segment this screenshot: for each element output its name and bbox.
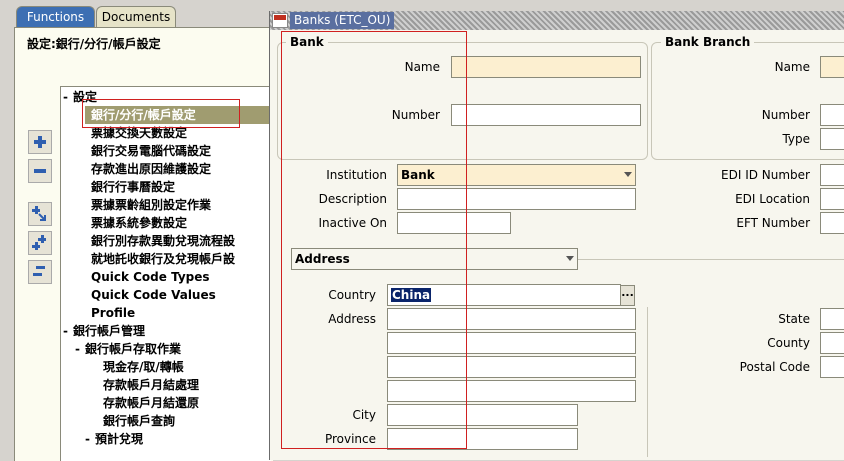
tree-node-bank-calendar[interactable]: 銀行行事曆設定 bbox=[91, 178, 175, 196]
tree-node-profile[interactable]: Profile bbox=[91, 304, 135, 322]
branch-type-label: Type bbox=[782, 132, 810, 146]
tree-node-deposit-reasons[interactable]: 存款進出原因維護設定 bbox=[91, 160, 211, 178]
county-field[interactable] bbox=[820, 332, 844, 354]
bank-name-field[interactable] bbox=[451, 56, 641, 78]
tree-node-bank-transaction-codes[interactable]: 銀行交易電腦代碼設定 bbox=[91, 142, 211, 160]
tree-node-quick-code-values[interactable]: Quick Code Values bbox=[91, 286, 216, 304]
expand-all-button[interactable] bbox=[28, 231, 52, 255]
remove-button[interactable] bbox=[28, 159, 52, 183]
column-divider bbox=[647, 307, 648, 457]
add-button[interactable] bbox=[28, 130, 52, 154]
branch-number-label: Number bbox=[761, 108, 810, 122]
tree-node-label: 預計兌現 bbox=[95, 432, 144, 446]
tree-node-label: Quick Code Values bbox=[91, 288, 216, 302]
tree-node-bank-account-mgmt[interactable]: - 銀行帳戶管理 bbox=[63, 322, 145, 340]
list-of-values-button[interactable]: ... bbox=[620, 285, 635, 306]
edi-id-field[interactable] bbox=[820, 164, 844, 186]
county-label: County bbox=[767, 336, 810, 350]
tree-node-label: 現金存/取/轉帳 bbox=[103, 360, 184, 374]
tree-node-monthly-close-restore[interactable]: 存款帳戶月結還原 bbox=[103, 394, 199, 412]
tree-node-monthly-close[interactable]: 存款帳戶月結處理 bbox=[103, 376, 199, 394]
tree-node-label: 存款帳戶月結處理 bbox=[103, 378, 200, 392]
tree-node-note-system-params[interactable]: 票據系統參數設定 bbox=[91, 214, 187, 232]
expand-all-icon bbox=[32, 235, 46, 250]
tree-node-local-collection[interactable]: 就地託收銀行及兌現帳戶設 bbox=[91, 250, 235, 268]
eft-number-label: EFT Number bbox=[736, 216, 810, 230]
bank-branch-group-title: Bank Branch bbox=[661, 35, 755, 49]
branch-type-field[interactable] bbox=[820, 128, 844, 150]
section-divider bbox=[576, 259, 844, 260]
navigator-title: 設定:銀行/分行/帳戶設定 bbox=[27, 37, 161, 51]
edi-id-label: EDI ID Number bbox=[721, 168, 810, 182]
window-title: Banks (ETC_OU) bbox=[290, 12, 395, 29]
tree-node-label: Quick Code Types bbox=[91, 270, 210, 284]
tree-node-label: 存款帳戶月結還原 bbox=[103, 396, 200, 410]
navigator-panel: Functions Documents 設定:銀行/分行/帳戶設定 - 設定 銀行… bbox=[0, 0, 273, 461]
highlight-box bbox=[281, 31, 467, 449]
collapse-toggle[interactable]: - bbox=[75, 340, 85, 358]
tree-node-quick-code-types[interactable]: Quick Code Types bbox=[91, 268, 210, 286]
collapse-all-button[interactable] bbox=[28, 260, 52, 284]
oracle-app-icon bbox=[272, 13, 288, 28]
tree-node-bank-account-access[interactable]: - 銀行帳戶存取作業 bbox=[75, 340, 181, 358]
collapse-toggle[interactable]: - bbox=[63, 88, 73, 106]
expand-branch-button[interactable] bbox=[28, 202, 52, 226]
function-tree: - 設定 銀行/分行/帳戶設定 票據交換天數設定 銀行交易電腦代碼設定 存款進出原… bbox=[60, 86, 271, 461]
tree-node-label: 存款進出原因維護設定 bbox=[91, 162, 212, 176]
tree-node-label: Profile bbox=[91, 306, 136, 320]
tab-documents[interactable]: Documents bbox=[96, 6, 176, 27]
tab-functions[interactable]: Functions bbox=[16, 6, 95, 27]
remove-icon bbox=[34, 169, 46, 173]
tree-node-label: 銀行別存款異動兌現流程設 bbox=[91, 234, 236, 248]
eft-number-field[interactable] bbox=[820, 212, 844, 234]
tree-node-account-inquiry[interactable]: 銀行帳戶查詢 bbox=[103, 412, 175, 430]
collapse-toggle[interactable]: - bbox=[63, 322, 73, 340]
collapse-toggle[interactable]: - bbox=[85, 430, 95, 448]
window-titlebar[interactable]: Banks (ETC_OU) bbox=[270, 11, 844, 30]
branch-number-field[interactable] bbox=[820, 104, 844, 126]
tree-node-label: 票據交換天數設定 bbox=[91, 126, 188, 140]
chevron-down-icon bbox=[624, 172, 632, 177]
branch-name-label: Name bbox=[774, 60, 810, 74]
chevron-down-icon bbox=[566, 256, 574, 261]
tree-node-label: 就地託收銀行及兌現帳戶設 bbox=[91, 252, 236, 266]
tree-node-label: 銀行交易電腦代碼設定 bbox=[91, 144, 212, 158]
tree-node-expected-clearing[interactable]: - 預計兌現 bbox=[85, 430, 143, 448]
postal-code-field[interactable] bbox=[820, 356, 844, 378]
state-label: State bbox=[778, 312, 810, 326]
tree-node-deposit-flow[interactable]: 銀行別存款異動兌現流程設 bbox=[91, 232, 235, 250]
postal-code-label: Postal Code bbox=[739, 360, 810, 374]
tree-node-label: 銀行行事曆設定 bbox=[91, 180, 176, 194]
branch-name-field[interactable] bbox=[820, 56, 844, 78]
add-icon bbox=[34, 136, 46, 148]
edi-location-label: EDI Location bbox=[735, 192, 810, 206]
state-field[interactable] bbox=[820, 308, 844, 330]
bank-number-field[interactable] bbox=[451, 104, 641, 126]
tree-node-cash-transfer[interactable]: 現金存/取/轉帳 bbox=[103, 358, 184, 376]
highlight-box bbox=[82, 99, 240, 128]
tree-node-note-aging-groups[interactable]: 票據票齡組別設定作業 bbox=[91, 196, 211, 214]
tree-node-label: 銀行帳戶存取作業 bbox=[85, 342, 182, 356]
collapse-all-icon bbox=[33, 266, 45, 276]
edi-location-field[interactable] bbox=[820, 188, 844, 210]
tree-node-label: 銀行帳戶查詢 bbox=[103, 414, 176, 428]
expand-branch-icon bbox=[32, 206, 46, 221]
tree-node-label: 銀行帳戶管理 bbox=[73, 324, 146, 338]
tree-node-label: 票據票齡組別設定作業 bbox=[91, 198, 212, 212]
tree-node-label: 票據系統參數設定 bbox=[91, 216, 188, 230]
